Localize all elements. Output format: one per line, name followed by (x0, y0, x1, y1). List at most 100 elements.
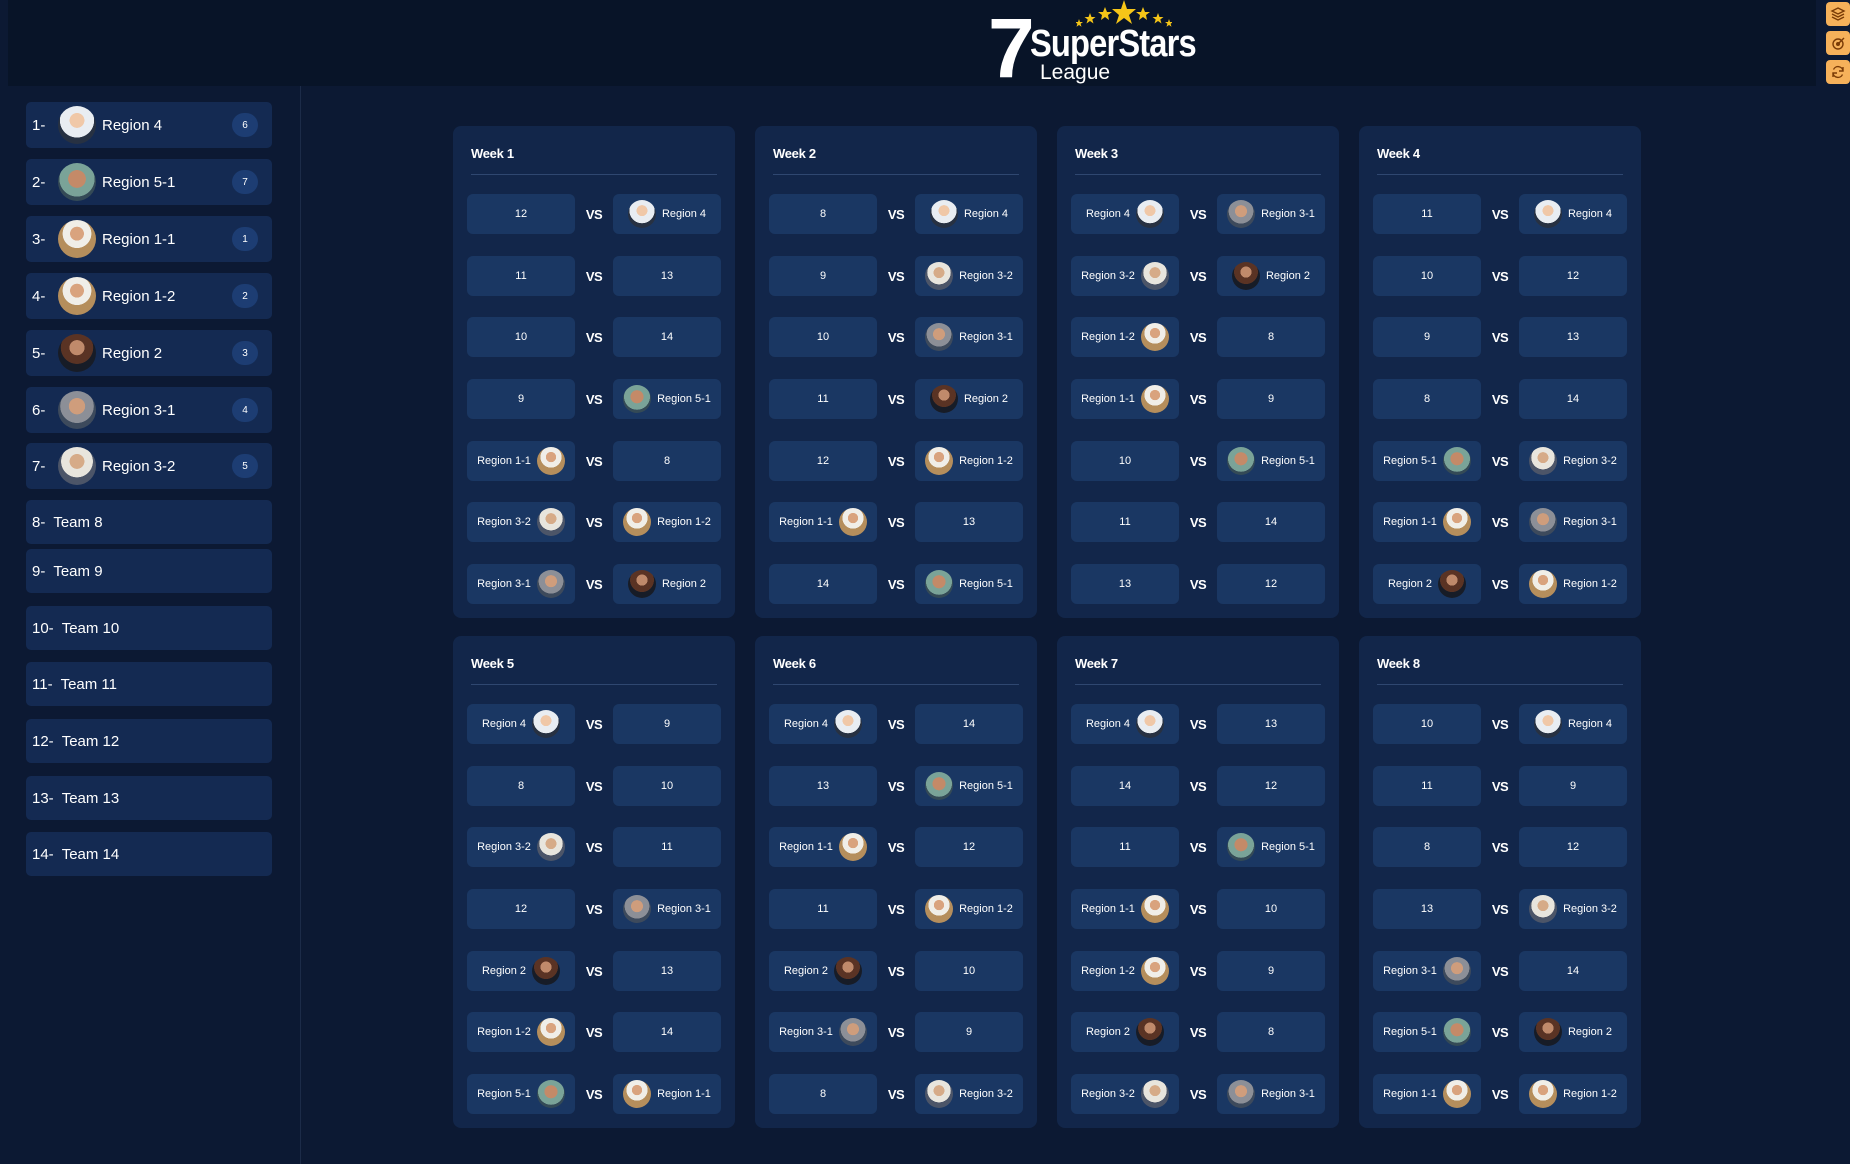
standing-row[interactable]: 13- Team 13 (26, 776, 272, 820)
away-team-slot[interactable]: 8 (1217, 317, 1325, 357)
home-team-slot[interactable]: 10 (1373, 256, 1481, 296)
standing-row[interactable]: 7- Region 3-2 5 (26, 443, 272, 489)
home-team-slot[interactable]: Region 1-1 (1071, 379, 1179, 419)
away-team-slot[interactable]: Region 4 (1519, 194, 1627, 234)
home-team-slot[interactable]: 11 (1373, 766, 1481, 806)
away-team-slot[interactable]: 9 (613, 704, 721, 744)
away-team-slot[interactable]: 13 (1519, 317, 1627, 357)
away-team-slot[interactable]: 10 (915, 951, 1023, 991)
home-team-slot[interactable]: Region 3-1 (1373, 951, 1481, 991)
home-team-slot[interactable]: Region 4 (769, 704, 877, 744)
away-team-slot[interactable]: Region 1-2 (1519, 1074, 1627, 1114)
away-team-slot[interactable]: Region 3-2 (915, 1074, 1023, 1114)
home-team-slot[interactable]: Region 5-1 (467, 1074, 575, 1114)
standing-row[interactable]: 1- Region 4 6 (26, 102, 272, 148)
away-team-slot[interactable]: 8 (613, 441, 721, 481)
home-team-slot[interactable]: Region 1-1 (1071, 889, 1179, 929)
home-team-slot[interactable]: 8 (1373, 379, 1481, 419)
standing-row[interactable]: 9- Team 9 (26, 549, 272, 593)
away-team-slot[interactable]: Region 3-1 (1217, 1074, 1325, 1114)
home-team-slot[interactable]: 10 (1071, 441, 1179, 481)
away-team-slot[interactable]: Region 1-2 (1519, 564, 1627, 604)
home-team-slot[interactable]: Region 2 (1071, 1012, 1179, 1052)
home-team-slot[interactable]: Region 2 (1373, 564, 1481, 604)
away-team-slot[interactable]: Region 3-2 (915, 256, 1023, 296)
home-team-slot[interactable]: 8 (1373, 827, 1481, 867)
away-team-slot[interactable]: Region 4 (1519, 704, 1627, 744)
away-team-slot[interactable]: Region 2 (915, 379, 1023, 419)
away-team-slot[interactable]: Region 5-1 (613, 379, 721, 419)
standing-row[interactable]: 12- Team 12 (26, 719, 272, 763)
away-team-slot[interactable]: 10 (613, 766, 721, 806)
standing-row[interactable]: 2- Region 5-1 7 (26, 159, 272, 205)
standing-row[interactable]: 3- Region 1-1 1 (26, 216, 272, 262)
home-team-slot[interactable]: 12 (769, 441, 877, 481)
home-team-slot[interactable]: Region 3-1 (467, 564, 575, 604)
standing-row[interactable]: 11- Team 11 (26, 662, 272, 706)
away-team-slot[interactable]: Region 3-2 (1519, 889, 1627, 929)
home-team-slot[interactable]: 12 (467, 889, 575, 929)
away-team-slot[interactable]: 9 (1519, 766, 1627, 806)
away-team-slot[interactable]: Region 2 (1519, 1012, 1627, 1052)
away-team-slot[interactable]: 12 (915, 827, 1023, 867)
home-team-slot[interactable]: Region 5-1 (1373, 441, 1481, 481)
home-team-slot[interactable]: 14 (1071, 766, 1179, 806)
away-team-slot[interactable]: Region 3-1 (1519, 502, 1627, 542)
away-team-slot[interactable]: 9 (1217, 379, 1325, 419)
away-team-slot[interactable]: 10 (1217, 889, 1325, 929)
away-team-slot[interactable]: Region 3-1 (1217, 194, 1325, 234)
standing-row[interactable]: 10- Team 10 (26, 606, 272, 650)
home-team-slot[interactable]: 11 (769, 889, 877, 929)
away-team-slot[interactable]: Region 4 (613, 194, 721, 234)
away-team-slot[interactable]: Region 1-2 (915, 889, 1023, 929)
away-team-slot[interactable]: 12 (1217, 564, 1325, 604)
home-team-slot[interactable]: 11 (467, 256, 575, 296)
away-team-slot[interactable]: 13 (915, 502, 1023, 542)
home-team-slot[interactable]: 9 (769, 256, 877, 296)
away-team-slot[interactable]: 11 (613, 827, 721, 867)
away-team-slot[interactable]: 14 (1519, 379, 1627, 419)
home-team-slot[interactable]: 11 (1373, 194, 1481, 234)
away-team-slot[interactable]: 13 (1217, 704, 1325, 744)
home-team-slot[interactable]: Region 4 (1071, 194, 1179, 234)
home-team-slot[interactable]: Region 1-1 (1373, 502, 1481, 542)
away-team-slot[interactable]: 12 (1217, 766, 1325, 806)
home-team-slot[interactable]: 10 (467, 317, 575, 357)
home-team-slot[interactable]: 9 (1373, 317, 1481, 357)
home-team-slot[interactable]: Region 3-2 (467, 827, 575, 867)
away-team-slot[interactable]: Region 3-2 (1519, 441, 1627, 481)
away-team-slot[interactable]: 14 (613, 1012, 721, 1052)
home-team-slot[interactable]: Region 3-2 (1071, 1074, 1179, 1114)
home-team-slot[interactable]: Region 4 (1071, 704, 1179, 744)
away-team-slot[interactable]: 13 (613, 951, 721, 991)
away-team-slot[interactable]: Region 5-1 (915, 564, 1023, 604)
away-team-slot[interactable]: 12 (1519, 827, 1627, 867)
away-team-slot[interactable]: Region 1-2 (613, 502, 721, 542)
home-team-slot[interactable]: 13 (1373, 889, 1481, 929)
layers-icon[interactable] (1826, 2, 1850, 26)
away-team-slot[interactable]: Region 3-1 (915, 317, 1023, 357)
away-team-slot[interactable]: 9 (915, 1012, 1023, 1052)
home-team-slot[interactable]: 14 (769, 564, 877, 604)
home-team-slot[interactable]: 11 (1071, 827, 1179, 867)
home-team-slot[interactable]: Region 4 (467, 704, 575, 744)
away-team-slot[interactable]: 13 (613, 256, 721, 296)
away-team-slot[interactable]: 14 (613, 317, 721, 357)
away-team-slot[interactable]: Region 5-1 (915, 766, 1023, 806)
home-team-slot[interactable]: 11 (769, 379, 877, 419)
home-team-slot[interactable]: Region 1-1 (467, 441, 575, 481)
home-team-slot[interactable]: Region 1-2 (1071, 951, 1179, 991)
standing-row[interactable]: 5- Region 2 3 (26, 330, 272, 376)
home-team-slot[interactable]: Region 2 (769, 951, 877, 991)
away-team-slot[interactable]: Region 1-2 (915, 441, 1023, 481)
home-team-slot[interactable]: 9 (467, 379, 575, 419)
standing-row[interactable]: 14- Team 14 (26, 832, 272, 876)
home-team-slot[interactable]: Region 3-1 (769, 1012, 877, 1052)
home-team-slot[interactable]: Region 1-2 (467, 1012, 575, 1052)
away-team-slot[interactable]: 9 (1217, 951, 1325, 991)
home-team-slot[interactable]: Region 1-1 (769, 827, 877, 867)
away-team-slot[interactable]: 14 (1519, 951, 1627, 991)
home-team-slot[interactable]: Region 2 (467, 951, 575, 991)
away-team-slot[interactable]: Region 5-1 (1217, 441, 1325, 481)
home-team-slot[interactable]: Region 1-2 (1071, 317, 1179, 357)
